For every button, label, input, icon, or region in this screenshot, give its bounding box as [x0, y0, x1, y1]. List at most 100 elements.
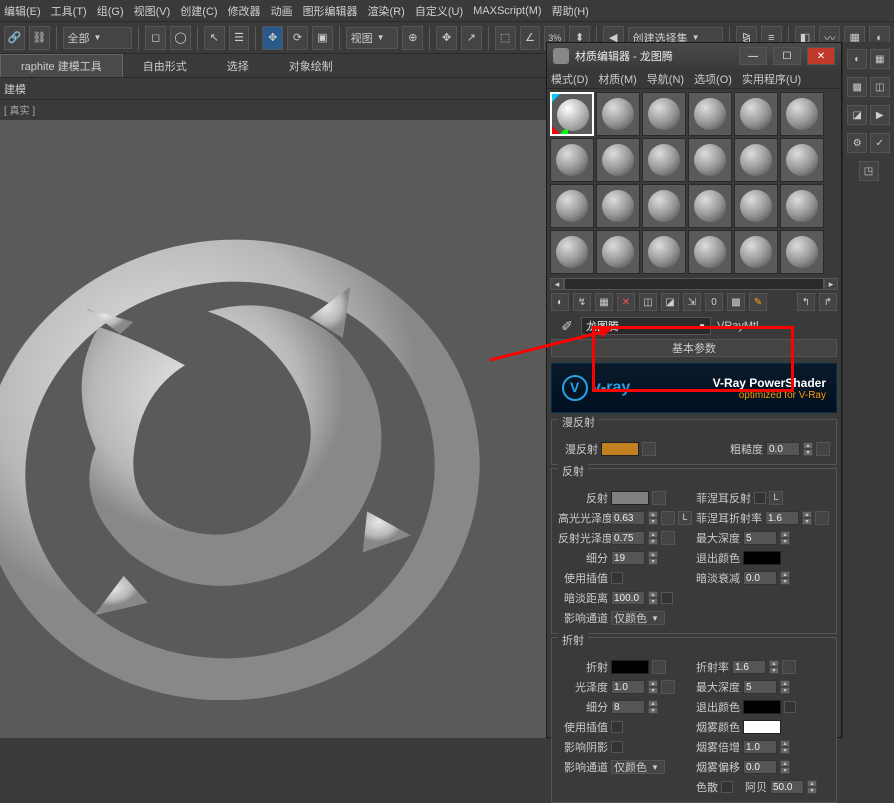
roughness-spinner[interactable]: 0.0: [766, 442, 800, 456]
spinner-arrows[interactable]: ▴▾: [780, 531, 790, 545]
refract-map-button[interactable]: [652, 660, 666, 674]
fresnel-ior-spinner[interactable]: 1.6: [765, 511, 799, 525]
spinner-arrows[interactable]: ▴▾: [648, 511, 658, 525]
sample-slot[interactable]: [780, 230, 824, 274]
hilight-map-button[interactable]: [661, 511, 675, 525]
fog-color-swatch[interactable]: [743, 720, 781, 734]
coord-dropdown[interactable]: 视图▼: [346, 27, 399, 49]
make-copy-icon[interactable]: ◫: [639, 293, 657, 311]
sphere-preview-icon[interactable]: ◐: [847, 49, 867, 69]
select-name-icon[interactable]: ☰: [229, 26, 250, 50]
material-editor-titlebar[interactable]: 材质编辑器 - 龙图腾 — ☐ ✕: [547, 43, 841, 69]
menu-customize[interactable]: 自定义(U): [415, 3, 463, 19]
menu-edit[interactable]: 编辑(E): [4, 3, 41, 19]
select-by-mat-icon[interactable]: ✓: [870, 133, 890, 153]
hilight-gloss-spinner[interactable]: 0.63: [611, 511, 645, 525]
refr-exit-checkbox[interactable]: [784, 701, 796, 713]
unlink-icon[interactable]: ⛓: [29, 26, 50, 50]
snap-constraint-icon[interactable]: ↗: [461, 26, 482, 50]
l-button[interactable]: L: [678, 511, 692, 525]
close-button[interactable]: ✕: [807, 47, 835, 65]
sample-slot[interactable]: [780, 184, 824, 228]
video-color-icon[interactable]: ◪: [847, 105, 867, 125]
link-icon[interactable]: 🔗: [4, 26, 25, 50]
sample-slot[interactable]: [642, 184, 686, 228]
spinner-arrows[interactable]: ▴▾: [648, 551, 658, 565]
ior-spinner[interactable]: 1.6: [732, 660, 766, 674]
menu-maxscript[interactable]: MAXScript(M): [473, 5, 541, 17]
make-unique-icon[interactable]: ◪: [661, 293, 679, 311]
spinner-arrows[interactable]: ▴▾: [803, 442, 813, 456]
abbe-spinner[interactable]: 50.0: [770, 780, 804, 794]
move-icon[interactable]: ✥: [262, 26, 283, 50]
fresnel-checkbox[interactable]: [754, 492, 766, 504]
sample-slot[interactable]: [596, 138, 640, 182]
spinner-arrows[interactable]: ▴▾: [769, 660, 779, 674]
me-menu-options[interactable]: 选项(O): [694, 71, 732, 87]
eyedropper-icon[interactable]: ✐: [559, 318, 575, 334]
spinner-arrows[interactable]: ▴▾: [648, 700, 658, 714]
dim-falloff-spinner[interactable]: 0.0: [743, 571, 777, 585]
dim-dist-checkbox[interactable]: [661, 592, 673, 604]
options-icon[interactable]: ⚙: [847, 133, 867, 153]
max-depth-spinner[interactable]: 5: [743, 531, 777, 545]
sample-slot[interactable]: [550, 230, 594, 274]
sample-slot[interactable]: [734, 138, 778, 182]
diffuse-map-button[interactable]: [642, 442, 656, 456]
sample-slot[interactable]: [642, 92, 686, 136]
filter-dropdown[interactable]: 全部▼: [63, 27, 133, 49]
sample-slot[interactable]: [734, 184, 778, 228]
fog-mult-spinner[interactable]: 1.0: [743, 740, 777, 754]
menu-modifiers[interactable]: 修改器: [228, 3, 261, 19]
select-icon[interactable]: ↖: [204, 26, 225, 50]
reflect-map-button[interactable]: [652, 491, 666, 505]
sample-slot[interactable]: [550, 138, 594, 182]
menu-graph[interactable]: 图形编辑器: [303, 3, 358, 19]
menu-render[interactable]: 渲染(R): [368, 3, 405, 19]
show-end-icon[interactable]: ✎: [749, 293, 767, 311]
sample-slot[interactable]: [688, 138, 732, 182]
ribbon-tab-paint[interactable]: 对象绘制: [269, 54, 353, 77]
spinner-arrows[interactable]: ▴▾: [780, 760, 790, 774]
spinner-arrows[interactable]: ▴▾: [780, 740, 790, 754]
reflect-swatch[interactable]: [611, 491, 649, 505]
sample-slot[interactable]: [550, 184, 594, 228]
assign-icon[interactable]: ▦: [595, 293, 613, 311]
affect-select[interactable]: 仅颜色▼: [611, 611, 665, 625]
menu-views[interactable]: 视图(V): [134, 3, 171, 19]
fog-bias-spinner[interactable]: 0.0: [743, 760, 777, 774]
material-map-nav-icon[interactable]: ◳: [859, 161, 879, 181]
me-menu-material[interactable]: 材质(M): [598, 71, 637, 87]
ribbon-tab-selection[interactable]: 选择: [207, 54, 269, 77]
show-map-icon[interactable]: ▩: [727, 293, 745, 311]
diffuse-swatch[interactable]: [601, 442, 639, 456]
sample-slot[interactable]: [642, 138, 686, 182]
scroll-right-icon[interactable]: ▸: [824, 278, 838, 290]
sample-slot[interactable]: [734, 230, 778, 274]
sample-slot[interactable]: [596, 230, 640, 274]
l-button-2[interactable]: L: [769, 491, 783, 505]
background-icon[interactable]: ▩: [847, 77, 867, 97]
select-lasso-icon[interactable]: ◯: [170, 26, 191, 50]
sample-slot[interactable]: [596, 92, 640, 136]
maximize-button[interactable]: ☐: [773, 47, 801, 65]
make-preview-icon[interactable]: ▶: [870, 105, 890, 125]
menu-animation[interactable]: 动画: [271, 3, 293, 19]
sample-slot[interactable]: [688, 230, 732, 274]
ior-map[interactable]: [782, 660, 796, 674]
refr-affect-select[interactable]: 仅颜色▼: [611, 760, 665, 774]
menu-tools[interactable]: 工具(T): [51, 3, 87, 19]
subdiv-spinner[interactable]: 19: [611, 551, 645, 565]
ribbon-tab-modeling[interactable]: raphite 建模工具: [0, 54, 123, 77]
refr-subdiv-spinner[interactable]: 8: [611, 700, 645, 714]
backlight-icon[interactable]: ▦: [870, 49, 890, 69]
sample-slot[interactable]: [734, 92, 778, 136]
pivot-icon[interactable]: ⊕: [402, 26, 423, 50]
scale-icon[interactable]: ▣: [312, 26, 333, 50]
refr-gloss-map[interactable]: [661, 680, 675, 694]
exit-color-swatch[interactable]: [743, 551, 781, 565]
affect-shadow-checkbox[interactable]: [611, 741, 623, 753]
sample-slot[interactable]: [688, 184, 732, 228]
sample-slot[interactable]: [780, 92, 824, 136]
use-interp-checkbox[interactable]: [611, 572, 623, 584]
